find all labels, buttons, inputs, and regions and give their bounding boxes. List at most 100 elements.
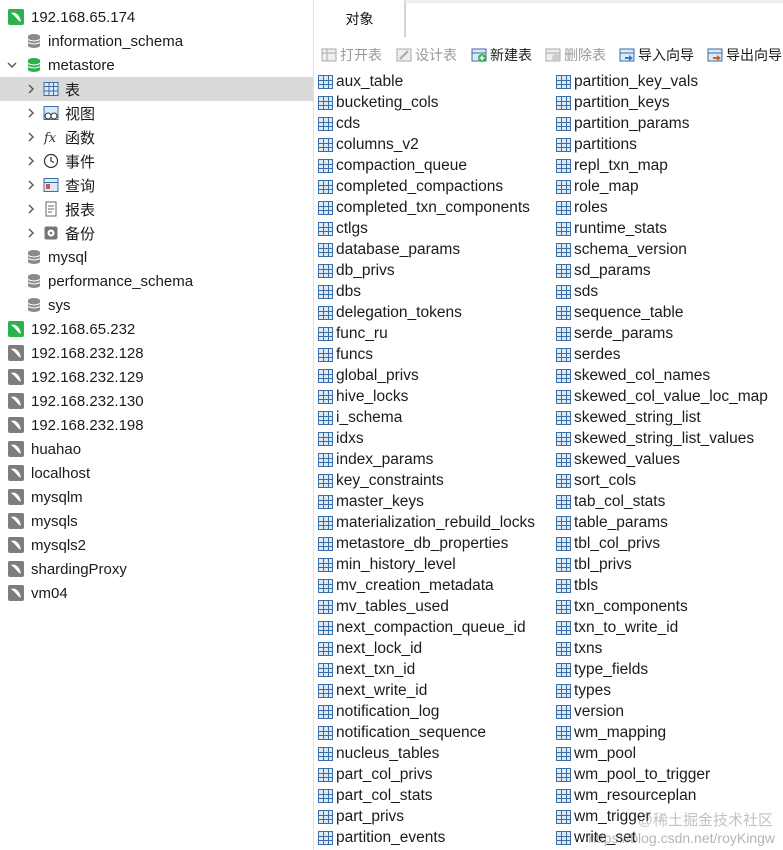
table-item[interactable]: version bbox=[556, 702, 624, 722]
table-item[interactable]: wm_pool_to_trigger bbox=[556, 765, 710, 785]
table-item[interactable]: serdes bbox=[556, 345, 621, 365]
table-item[interactable]: part_col_stats bbox=[318, 786, 433, 806]
tree-item[interactable]: 192.168.232.198 bbox=[0, 413, 313, 437]
tree-item[interactable]: mysqls bbox=[0, 509, 313, 533]
table-item[interactable]: hive_locks bbox=[318, 387, 408, 407]
tree-item[interactable]: localhost bbox=[0, 461, 313, 485]
tree-item[interactable]: 表 bbox=[0, 77, 313, 101]
table-item[interactable]: tbl_col_privs bbox=[556, 534, 660, 554]
design-table-button[interactable]: 设计表 bbox=[396, 45, 457, 65]
table-item[interactable]: i_schema bbox=[318, 408, 402, 428]
table-item[interactable]: partition_params bbox=[556, 114, 689, 134]
delete-table-button[interactable]: 删除表 bbox=[545, 45, 606, 65]
open-table-button[interactable]: 打开表 bbox=[321, 45, 382, 65]
table-item[interactable]: database_params bbox=[318, 240, 460, 260]
table-item[interactable]: partitions bbox=[556, 135, 637, 155]
table-item[interactable]: next_lock_id bbox=[318, 639, 422, 659]
table-item[interactable]: type_fields bbox=[556, 660, 648, 680]
table-item[interactable]: partition_key_vals bbox=[556, 72, 698, 92]
table-item[interactable]: sd_params bbox=[556, 261, 651, 281]
tree-item[interactable]: 备份 bbox=[0, 221, 313, 245]
table-item[interactable]: nucleus_tables bbox=[318, 744, 439, 764]
table-item[interactable]: table_params bbox=[556, 513, 668, 533]
table-item[interactable]: key_constraints bbox=[318, 471, 444, 491]
table-item[interactable]: tab_col_stats bbox=[556, 492, 665, 512]
table-item[interactable]: sequence_table bbox=[556, 303, 683, 323]
table-item[interactable]: completed_txn_components bbox=[318, 198, 530, 218]
table-item[interactable]: index_params bbox=[318, 450, 433, 470]
connection-tree[interactable]: 192.168.65.174 information_schema metastor… bbox=[0, 0, 314, 850]
table-item[interactable]: next_write_id bbox=[318, 681, 427, 701]
table-item[interactable]: wm_pool bbox=[556, 744, 636, 764]
tree-item[interactable]: 查询 bbox=[0, 173, 313, 197]
table-item[interactable]: skewed_values bbox=[556, 450, 680, 470]
table-item[interactable]: next_compaction_queue_id bbox=[318, 618, 526, 638]
table-item[interactable]: mv_creation_metadata bbox=[318, 576, 494, 596]
chevron-right-icon[interactable] bbox=[26, 180, 36, 190]
table-item[interactable]: skewed_string_list bbox=[556, 408, 701, 428]
table-item[interactable]: part_privs bbox=[318, 807, 404, 827]
table-item[interactable]: dbs bbox=[318, 282, 361, 302]
table-item[interactable]: min_history_level bbox=[318, 555, 456, 575]
table-item[interactable]: master_keys bbox=[318, 492, 424, 512]
table-item[interactable]: types bbox=[556, 681, 611, 701]
tree-item[interactable]: information_schema bbox=[0, 29, 313, 53]
table-item[interactable]: materialization_rebuild_locks bbox=[318, 513, 535, 533]
tree-item[interactable]: sys bbox=[0, 293, 313, 317]
table-item[interactable]: idxs bbox=[318, 429, 364, 449]
table-item[interactable]: txn_components bbox=[556, 597, 688, 617]
table-item[interactable]: wm_resourceplan bbox=[556, 786, 696, 806]
table-item[interactable]: runtime_stats bbox=[556, 219, 667, 239]
table-item[interactable]: wm_trigger bbox=[556, 807, 651, 827]
table-item[interactable]: roles bbox=[556, 198, 608, 218]
table-item[interactable]: tbl_privs bbox=[556, 555, 632, 575]
chevron-right-icon[interactable] bbox=[26, 132, 36, 142]
table-item[interactable]: txn_to_write_id bbox=[556, 618, 678, 638]
tab-objects[interactable]: 对象 bbox=[315, 0, 405, 37]
tree-item[interactable]: 报表 bbox=[0, 197, 313, 221]
table-item[interactable]: tbls bbox=[556, 576, 598, 596]
chevron-right-icon[interactable] bbox=[26, 204, 36, 214]
tree-item[interactable]: mysqls2 bbox=[0, 533, 313, 557]
new-table-button[interactable]: 新建表 bbox=[471, 45, 532, 65]
table-item[interactable]: columns_v2 bbox=[318, 135, 419, 155]
chevron-down-icon[interactable] bbox=[7, 60, 17, 70]
table-item[interactable]: notification_sequence bbox=[318, 723, 486, 743]
table-item[interactable]: wm_mapping bbox=[556, 723, 666, 743]
table-item[interactable]: skewed_string_list_values bbox=[556, 429, 754, 449]
tree-item[interactable]: 192.168.65.232 bbox=[0, 317, 313, 341]
tree-item[interactable]: 192.168.232.130 bbox=[0, 389, 313, 413]
tree-item[interactable]: mysql bbox=[0, 245, 313, 269]
tree-item[interactable]: 事件 bbox=[0, 149, 313, 173]
table-item[interactable]: delegation_tokens bbox=[318, 303, 462, 323]
table-item[interactable]: mv_tables_used bbox=[318, 597, 449, 617]
table-item[interactable]: txns bbox=[556, 639, 602, 659]
tree-item[interactable]: 192.168.232.129 bbox=[0, 365, 313, 389]
table-item[interactable]: db_privs bbox=[318, 261, 395, 281]
table-item[interactable]: repl_txn_map bbox=[556, 156, 668, 176]
chevron-right-icon[interactable] bbox=[26, 108, 36, 118]
table-item[interactable]: ctlgs bbox=[318, 219, 368, 239]
chevron-right-icon[interactable] bbox=[26, 156, 36, 166]
tree-item[interactable]: metastore bbox=[0, 53, 313, 77]
export-wizard-button[interactable]: 导出向导 bbox=[707, 45, 782, 65]
import-wizard-button[interactable]: 导入向导 bbox=[619, 45, 694, 65]
table-item[interactable]: sds bbox=[556, 282, 598, 302]
table-item[interactable]: notification_log bbox=[318, 702, 439, 722]
tree-item[interactable]: vm04 bbox=[0, 581, 313, 605]
table-item[interactable]: sort_cols bbox=[556, 471, 636, 491]
tree-item[interactable]: mysqlm bbox=[0, 485, 313, 509]
tree-item[interactable]: 192.168.232.128 bbox=[0, 341, 313, 365]
tree-item[interactable]: performance_schema bbox=[0, 269, 313, 293]
chevron-right-icon[interactable] bbox=[26, 84, 36, 94]
table-item[interactable]: part_col_privs bbox=[318, 765, 433, 785]
table-item[interactable]: bucketing_cols bbox=[318, 93, 439, 113]
table-item[interactable]: global_privs bbox=[318, 366, 419, 386]
table-item[interactable]: partition_events bbox=[318, 828, 445, 848]
table-item[interactable]: completed_compactions bbox=[318, 177, 503, 197]
table-item[interactable]: cds bbox=[318, 114, 360, 134]
table-item[interactable]: partition_keys bbox=[556, 93, 670, 113]
tree-item[interactable]: huahao bbox=[0, 437, 313, 461]
table-item[interactable]: role_map bbox=[556, 177, 639, 197]
table-item[interactable]: compaction_queue bbox=[318, 156, 467, 176]
